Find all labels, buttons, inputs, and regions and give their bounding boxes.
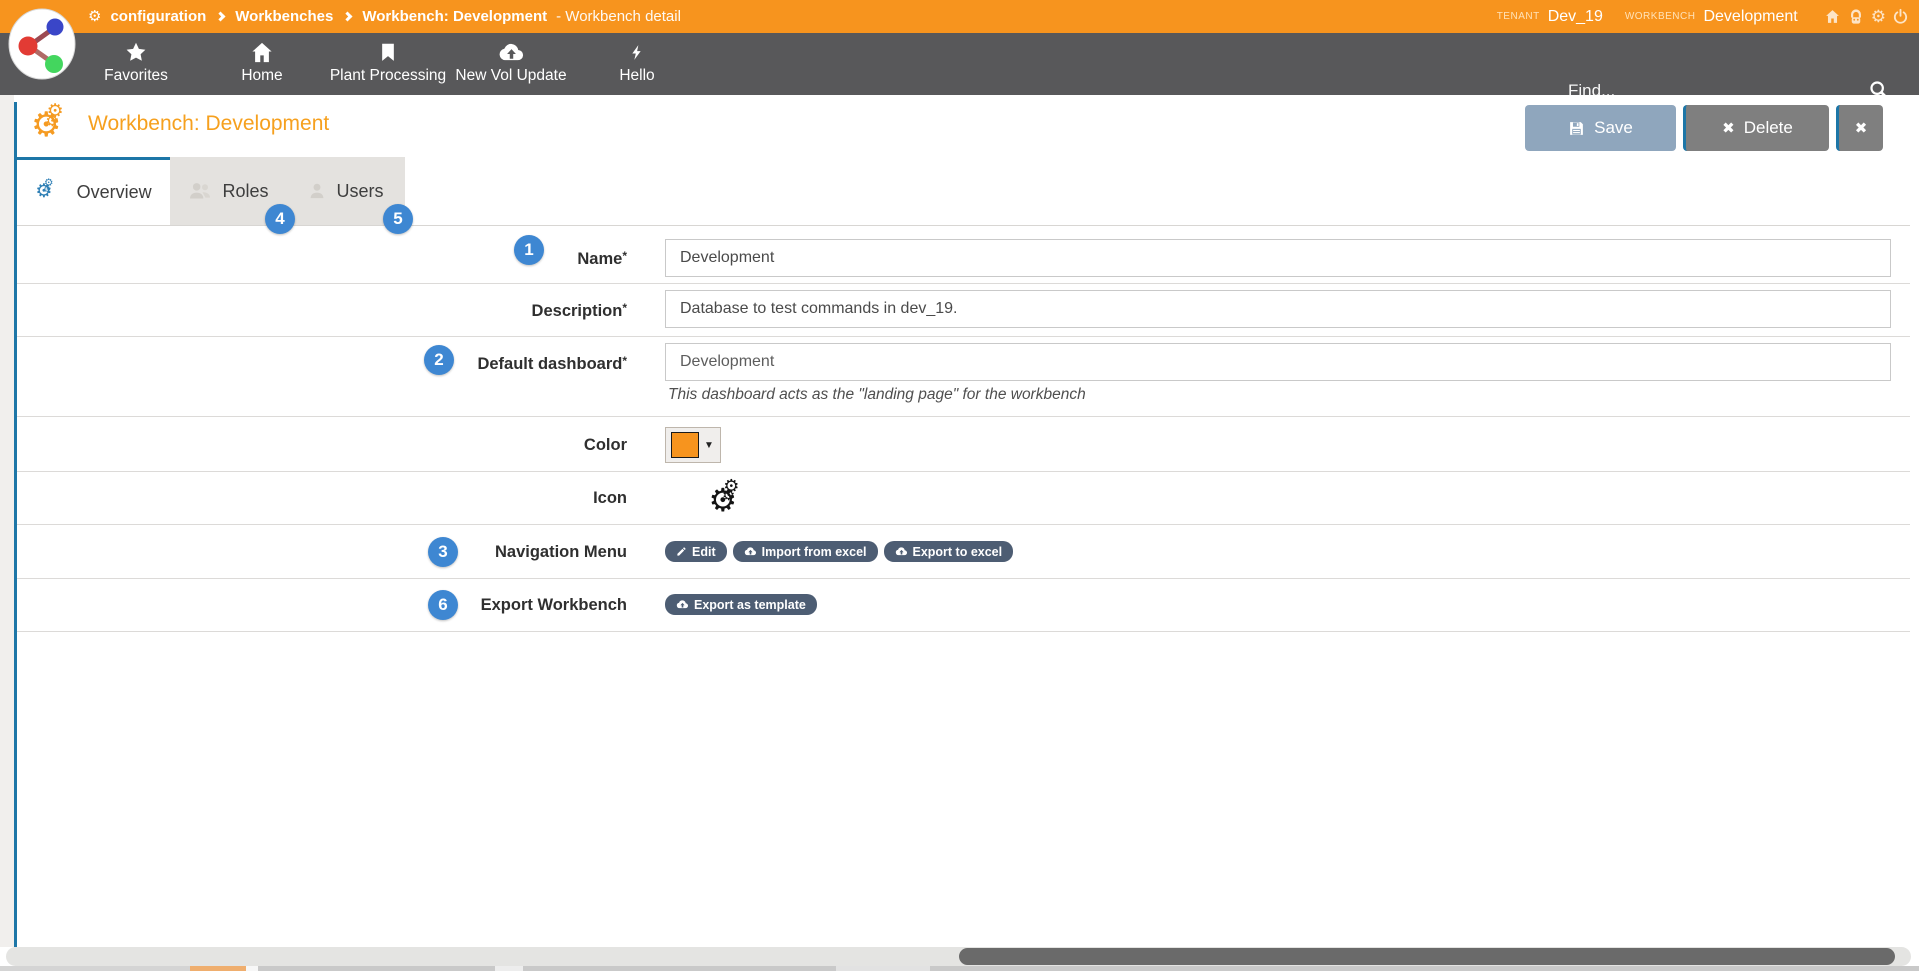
main-navbar: Favorites Home Plant Processing New Vol … — [0, 33, 1919, 95]
badge-default-dashboard: 2 — [424, 345, 454, 375]
home-icon — [250, 41, 274, 64]
nav-item-favorites[interactable]: Favorites — [96, 41, 176, 93]
save-button[interactable]: Save — [1525, 105, 1676, 151]
badge-users: 5 — [383, 204, 413, 234]
badge-navigation-menu: 3 — [428, 537, 458, 567]
breadcrumb: ⚙ configuration Workbenches Workbench: D… — [88, 0, 681, 33]
pencil-icon — [676, 546, 687, 557]
power-icon[interactable] — [1892, 8, 1909, 25]
color-picker[interactable]: ▼ — [665, 427, 721, 463]
delete-button[interactable]: ✖ Delete — [1683, 105, 1829, 151]
edit-button[interactable]: Edit — [665, 541, 727, 562]
workbench-value[interactable]: Development — [1703, 8, 1797, 26]
edge-segment — [836, 966, 930, 971]
default-dashboard-label: Default dashboard* — [307, 350, 627, 375]
nav-item-plant-processing[interactable]: Plant Processing — [327, 41, 449, 93]
x-icon: ✖ — [1722, 119, 1735, 137]
horizontal-scrollbar-thumb[interactable] — [959, 948, 1895, 965]
close-button[interactable]: ✖ — [1836, 105, 1883, 151]
users-person-icon — [308, 181, 326, 201]
selected-workbench-icon[interactable]: ⚙⚙⚙ — [709, 480, 762, 523]
row-separator — [17, 471, 1910, 472]
default-dashboard-input[interactable] — [665, 343, 1891, 381]
workbench-gears-icon: ⚙⚙⚙ — [31, 104, 87, 150]
dropdown-arrow-icon: ▼ — [704, 440, 714, 451]
badge-name: 1 — [514, 235, 544, 265]
tenant-label: TENANT — [1497, 11, 1540, 22]
star-icon — [124, 41, 148, 64]
import-from-excel-button[interactable]: Import from excel — [733, 541, 878, 562]
close-icon: ✖ — [1855, 119, 1868, 137]
export-workbench-label: Export Workbench — [307, 594, 627, 616]
roles-people-icon — [188, 181, 212, 201]
row-separator — [17, 524, 1910, 525]
breadcrumb-root[interactable]: configuration — [110, 8, 206, 25]
breadcrumb-workbenches[interactable]: Workbenches — [235, 8, 333, 25]
edge-segment — [495, 966, 523, 971]
workbench-label: WORKBENCH — [1625, 11, 1696, 22]
page-bottom-edge — [0, 966, 1919, 971]
settings-gear-icon[interactable]: ⚙ — [1871, 8, 1886, 25]
color-label: Color — [307, 434, 627, 456]
chevron-right-icon — [216, 12, 226, 22]
edge-segment — [0, 966, 190, 971]
description-label: Description* — [307, 297, 627, 322]
breadcrumb-current: Workbench: Development — [362, 8, 547, 25]
name-input[interactable] — [665, 239, 1891, 277]
navigation-menu-label: Navigation Menu — [307, 541, 627, 563]
cloud-upload-icon — [498, 41, 525, 64]
page-title: Workbench: Development — [88, 112, 329, 136]
description-input[interactable] — [665, 290, 1891, 328]
row-separator — [17, 578, 1910, 579]
bookmark-icon — [378, 41, 398, 64]
breadcrumb-detail: - Workbench detail — [556, 8, 681, 25]
edge-segment-orange — [190, 966, 246, 971]
name-label: Name* — [307, 245, 627, 270]
support-icon[interactable] — [1847, 8, 1865, 25]
tabs-separator — [17, 225, 1910, 226]
row-separator — [17, 631, 1910, 632]
row-separator — [17, 283, 1910, 284]
nav-item-hello[interactable]: Hello — [598, 41, 676, 93]
home-icon[interactable] — [1824, 8, 1841, 25]
row-separator — [17, 416, 1910, 417]
floppy-icon — [1568, 120, 1585, 137]
default-dashboard-help: This dashboard acts as the "landing page… — [668, 386, 1086, 404]
color-swatch — [671, 432, 699, 458]
tenant-value[interactable]: Dev_19 — [1548, 8, 1603, 26]
nav-item-new-vol-update[interactable]: New Vol Update — [452, 41, 570, 93]
find-input[interactable] — [1568, 77, 1858, 105]
bolt-icon — [629, 41, 645, 64]
cloud-upload-icon — [744, 546, 757, 557]
overview-gears-icon: ⚙⚙⚙ — [35, 180, 66, 206]
export-to-excel-button[interactable]: Export to excel — [884, 541, 1014, 562]
cloud-upload-icon — [895, 546, 908, 557]
nav-item-home[interactable]: Home — [222, 41, 302, 93]
export-as-template-button[interactable]: Export as template — [665, 594, 817, 615]
configuration-gear-icon: ⚙ — [88, 9, 101, 24]
app-logo[interactable] — [8, 8, 76, 80]
icon-label: Icon — [307, 487, 627, 509]
edge-segment — [246, 966, 258, 971]
badge-export-workbench: 6 — [428, 590, 458, 620]
row-separator — [17, 336, 1910, 337]
left-gutter — [0, 95, 14, 947]
badge-roles: 4 — [265, 204, 295, 234]
top-bar: ⚙ configuration Workbenches Workbench: D… — [0, 0, 1919, 33]
tab-overview[interactable]: ⚙⚙⚙ Overview — [17, 157, 170, 225]
search-icon[interactable] — [1868, 79, 1890, 101]
cloud-upload-icon — [676, 599, 689, 610]
chevron-right-icon — [343, 12, 353, 22]
